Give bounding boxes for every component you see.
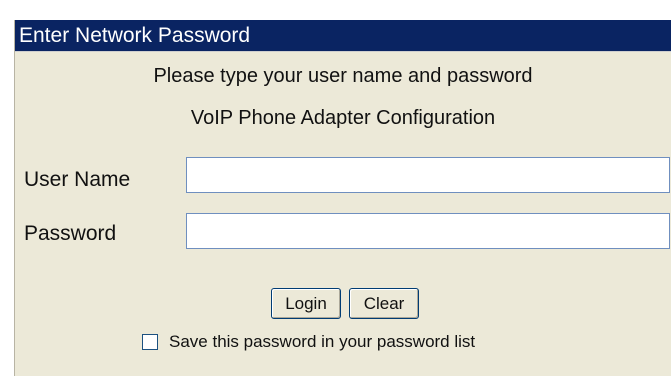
save-password-row[interactable]: Save this password in your password list (142, 332, 475, 352)
password-label: Password (24, 222, 117, 245)
login-dialog: Enter Network Password Please type your … (14, 20, 671, 376)
login-button[interactable]: Login (271, 288, 341, 319)
realm-subtitle: VoIP Phone Adapter Configuration (190, 107, 496, 129)
clear-button[interactable]: Clear (349, 288, 419, 319)
login-prompt: Please type your user name and password (153, 65, 533, 87)
save-password-label: Save this password in your password list (169, 332, 476, 351)
username-label: User Name (24, 168, 131, 191)
dialog-title: Enter Network Password (15, 20, 671, 52)
password-input[interactable] (186, 213, 670, 249)
username-input[interactable] (186, 157, 670, 193)
save-password-checkbox[interactable] (142, 334, 158, 350)
